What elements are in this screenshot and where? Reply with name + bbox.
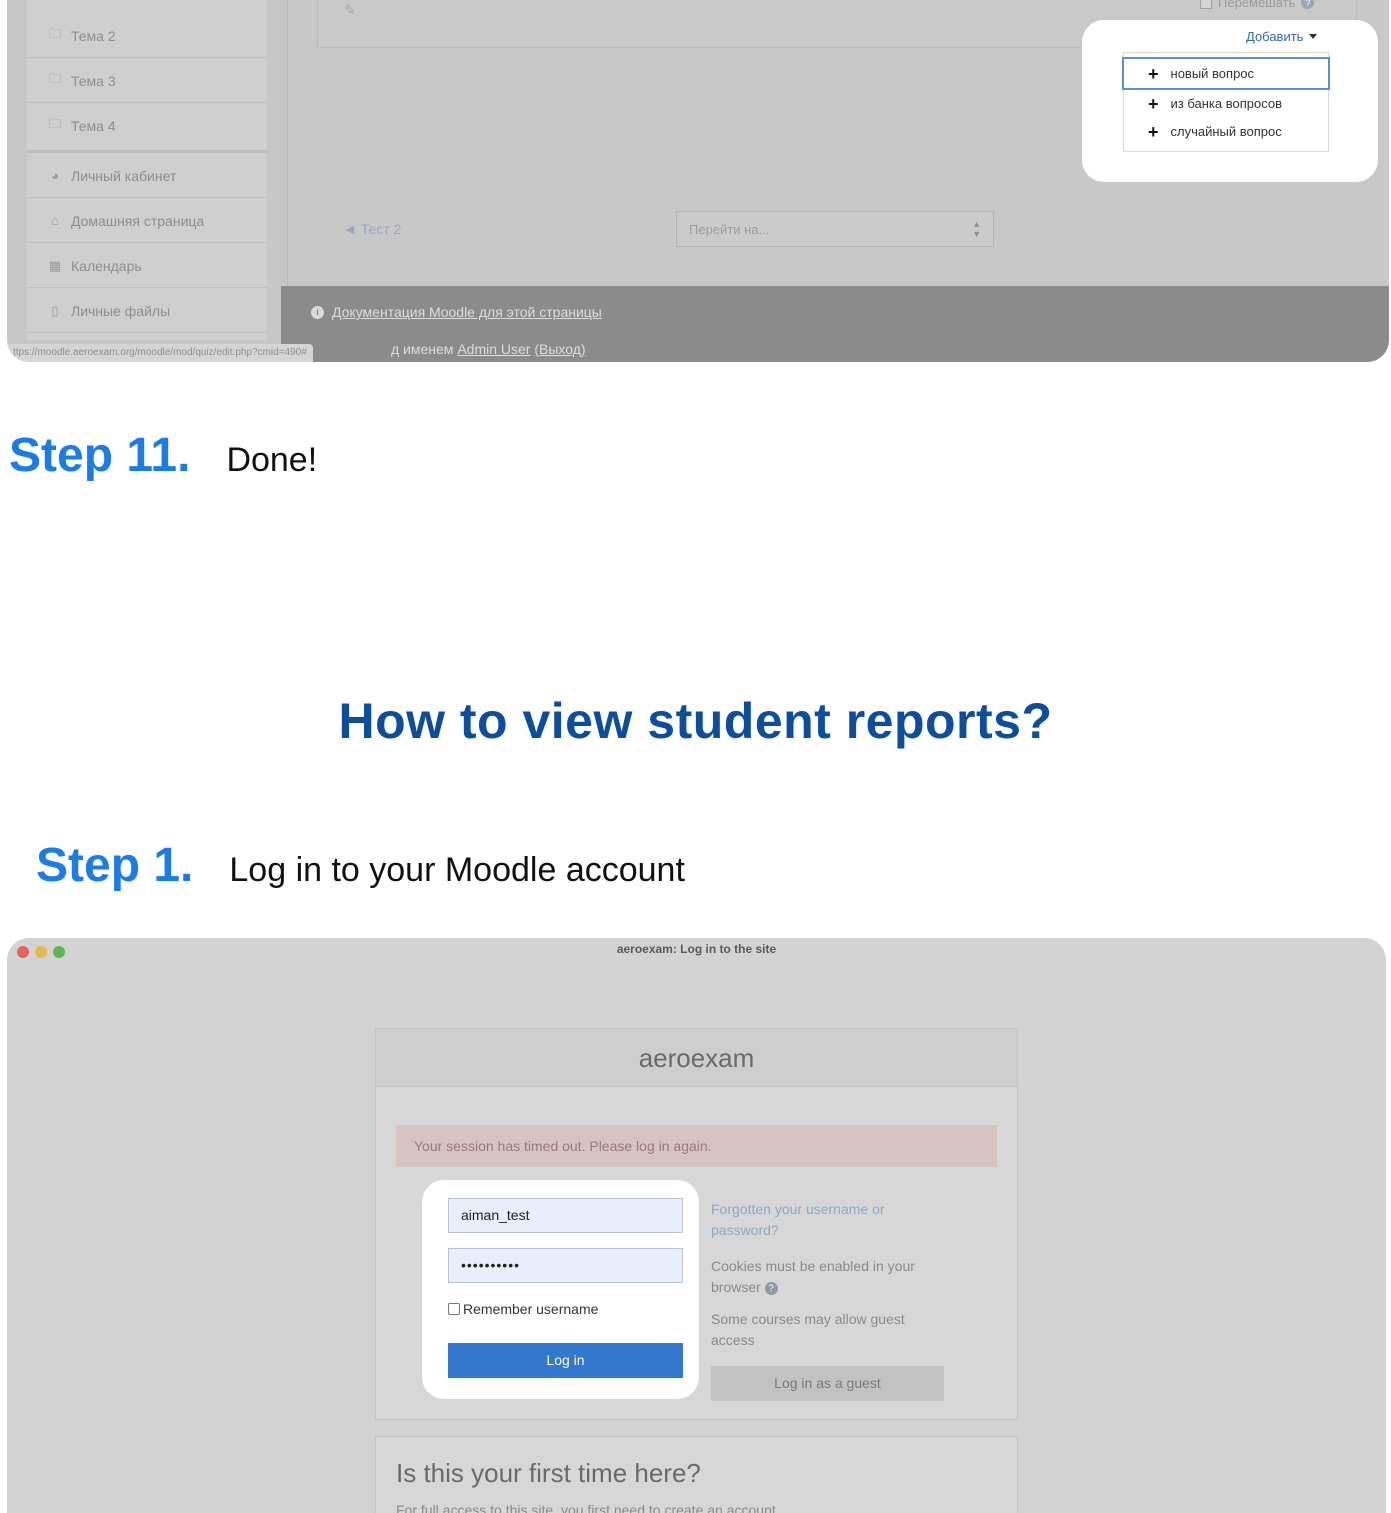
login-button[interactable]: Log in <box>448 1343 683 1378</box>
password-field[interactable]: •••••••••• <box>448 1248 683 1283</box>
plus-icon: + <box>1148 63 1159 84</box>
help-icon[interactable]: ? <box>1301 0 1315 9</box>
pencil-icon[interactable]: ✎ <box>344 2 356 19</box>
add-dropdown-menu: + новый вопрос + из банка вопросов + случай… <box>1122 52 1330 152</box>
plus-icon: + <box>1148 93 1159 114</box>
add-dropdown-button[interactable]: Добавить <box>1246 29 1318 44</box>
sidebar: 🗀 Тема 2 🗀 Тема 3 🗀 Тема 4 ◕ Личный кабинет … <box>27 0 267 340</box>
moodle-docs-label: Документация Moodle для этой страницы <box>332 304 602 320</box>
sidebar-item-calendar[interactable]: ▦ Календарь <box>27 244 267 288</box>
step-11: Step 11. Done! <box>9 428 317 483</box>
sidebar-item-label: Личные файлы <box>71 302 171 319</box>
folder-icon: 🗀 <box>48 70 62 86</box>
cookies-text: Cookies must be enabled in your browser <box>711 1258 915 1295</box>
jump-to-placeholder: Перейти на... <box>689 221 770 237</box>
step-1: Step 1. Log in to your Moodle account <box>36 838 685 893</box>
step-number: Step 11. <box>9 429 191 482</box>
sidebar-separator <box>27 150 267 153</box>
sidebar-item-label: Домашняя страница <box>71 212 205 229</box>
sidebar-item-label: Личный кабинет <box>71 167 177 184</box>
sidebar-item-home[interactable]: ⌂ Домашняя страница <box>27 199 267 243</box>
cookies-notice: Cookies must be enabled in your browser … <box>711 1256 941 1298</box>
sidebar-item-label: Тема 2 <box>71 27 116 44</box>
caret-down-icon <box>1309 34 1318 39</box>
shuffle-checkbox[interactable] <box>1200 0 1212 9</box>
username-field[interactable]: aiman_test <box>448 1198 683 1233</box>
browser-status-url: ttps://moodle.aeroexam.org/moodle/mod/qu… <box>7 344 313 362</box>
sidebar-item-dashboard[interactable]: ◕ Личный кабинет <box>27 154 267 198</box>
moodle-docs-link[interactable]: i Документация Moodle для этой страницы <box>311 304 602 320</box>
sidebar-item-label: Тема 4 <box>71 118 116 134</box>
sidebar-item-topic-4[interactable]: 🗀 Тема 4 <box>27 104 267 148</box>
session-timeout-alert: Your session has timed out. Please log i… <box>396 1125 997 1167</box>
file-icon: ▯ <box>51 302 59 318</box>
menu-item-random-question[interactable]: + случайный вопрос <box>1124 117 1328 146</box>
add-dropdown-label: Добавить <box>1246 29 1304 44</box>
sidebar-item-label: Тема 3 <box>71 72 116 89</box>
folder-icon: 🗀 <box>48 25 62 41</box>
select-arrows-icon: ▲ ▼ <box>972 219 981 239</box>
calendar-icon: ▦ <box>48 257 62 273</box>
menu-item-from-question-bank[interactable]: + из банка вопросов <box>1124 89 1328 118</box>
home-icon: ⌂ <box>51 213 59 228</box>
help-icon[interactable]: ? <box>764 1281 778 1295</box>
guest-login-button[interactable]: Log in as a guest <box>711 1366 944 1401</box>
menu-item-new-question[interactable]: + новый вопрос <box>1122 57 1330 90</box>
step-description: Log in to your Moodle account <box>229 851 685 889</box>
sidebar-item-label: Календарь <box>71 257 142 274</box>
remember-checkbox[interactable] <box>448 1303 460 1315</box>
info-icon: i <box>311 305 324 319</box>
forgot-password-link[interactable]: Forgotten your username or password? <box>711 1199 931 1241</box>
shuffle-option[interactable]: Перемешать ? <box>1200 0 1315 10</box>
site-name: aeroexam <box>376 1029 1017 1087</box>
prev-activity-link[interactable]: ◄ Тест 2 <box>343 221 401 237</box>
menu-item-label: новый вопрос <box>1170 66 1255 81</box>
logged-in-info: д именем Admin User (Выход) <box>391 341 586 357</box>
menu-item-label: из банка вопросов <box>1170 96 1282 111</box>
section-title: How to view student reports? <box>338 693 1053 749</box>
first-time-title: Is this your first time here? <box>396 1458 701 1488</box>
menu-item-label: случайный вопрос <box>1170 124 1282 139</box>
folder-icon: 🗀 <box>48 116 62 131</box>
logout-link[interactable]: (Выход) <box>534 341 585 357</box>
remember-label: Remember username <box>463 1301 599 1317</box>
dashboard-icon: ◕ <box>51 168 59 183</box>
sidebar-item-topic-2[interactable]: 🗀 Тема 2 <box>27 14 267 58</box>
step-number: Step 1. <box>36 839 194 892</box>
window-title: aeroexam: Log in to the site <box>616 942 777 956</box>
step-description: Done! <box>226 441 318 479</box>
first-time-text: For full access to this site, you first … <box>396 1502 780 1513</box>
guest-access-info: Some courses may allow guest access <box>711 1311 905 1348</box>
remember-username[interactable]: Remember username <box>448 1301 598 1317</box>
shuffle-label: Перемешать <box>1218 0 1296 10</box>
user-profile-link[interactable]: Admin User <box>457 341 530 357</box>
plus-icon: + <box>1148 121 1159 142</box>
sidebar-item-topic-3[interactable]: 🗀 Тема 3 <box>27 59 267 103</box>
sidebar-item-private-files[interactable]: ▯ Личные файлы <box>27 289 267 333</box>
logged-in-prefix: д именем <box>391 341 458 357</box>
jump-to-select[interactable]: Перейти на... ▲ ▼ <box>676 211 994 247</box>
